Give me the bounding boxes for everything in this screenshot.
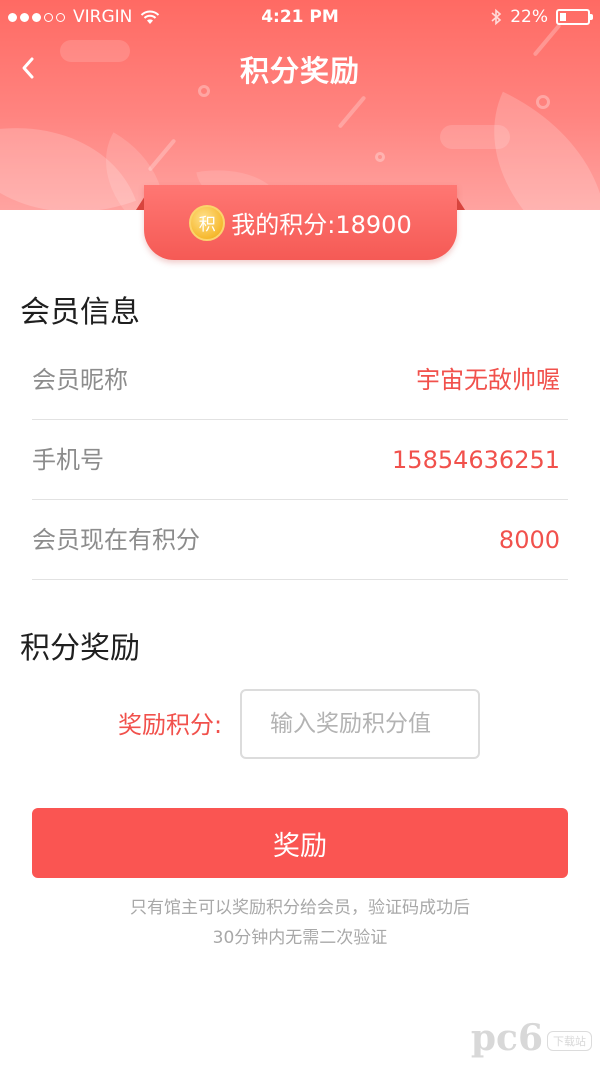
watermark: pc6 下载站 xyxy=(471,1017,592,1059)
reward-points-label: 奖励积分: xyxy=(118,711,223,739)
watermark-sub: 下载站 xyxy=(547,1031,592,1051)
phone-value: 15854636251 xyxy=(392,446,560,474)
page-title: 积分奖励 xyxy=(239,54,360,88)
cloud-decoration xyxy=(440,125,510,149)
points-coin-icon: 积 xyxy=(189,204,226,241)
battery-icon xyxy=(556,9,593,25)
member-info-title: 会员信息 xyxy=(20,295,140,330)
battery-percent: 22% xyxy=(510,7,548,27)
my-points-text: 我的积分:18900 xyxy=(231,211,412,239)
status-bar: VIRGIN 4:21 PM 22% xyxy=(0,0,600,34)
reward-section-title: 积分奖励 xyxy=(20,631,140,666)
streak-decoration xyxy=(337,95,367,129)
member-points-row: 会员现在有积分 8000 xyxy=(32,500,568,580)
member-points-value: 8000 xyxy=(498,526,560,554)
circle-decoration xyxy=(375,152,385,162)
status-right: 22% xyxy=(490,7,593,27)
member-nickname-label: 会员昵称 xyxy=(32,366,128,394)
header-banner: VIRGIN 4:21 PM 22% 积分奖励 xyxy=(0,0,600,210)
bluetooth-icon xyxy=(491,8,502,26)
watermark-logo: pc6 xyxy=(470,1017,543,1059)
circle-decoration xyxy=(536,95,550,109)
my-points-banner: 积 我的积分:18900 xyxy=(144,185,457,260)
streak-decoration xyxy=(147,138,177,172)
member-points-label: 会员现在有积分 xyxy=(32,526,200,554)
reward-points-input[interactable] xyxy=(240,689,480,759)
note-line-1: 只有馆主可以奖励积分给会员，验证码成功后 xyxy=(130,898,470,918)
leaf-decoration xyxy=(452,91,600,210)
member-nickname-row: 会员昵称 宇宙无敌帅喔 xyxy=(32,340,568,420)
reward-submit-button[interactable]: 奖励 xyxy=(32,808,568,878)
phone-label: 手机号 xyxy=(32,446,104,474)
note-line-2: 30分钟内无需二次验证 xyxy=(212,928,388,948)
member-nickname-value: 宇宙无敌帅喔 xyxy=(416,366,560,394)
phone-row: 手机号 15854636251 xyxy=(32,420,568,500)
